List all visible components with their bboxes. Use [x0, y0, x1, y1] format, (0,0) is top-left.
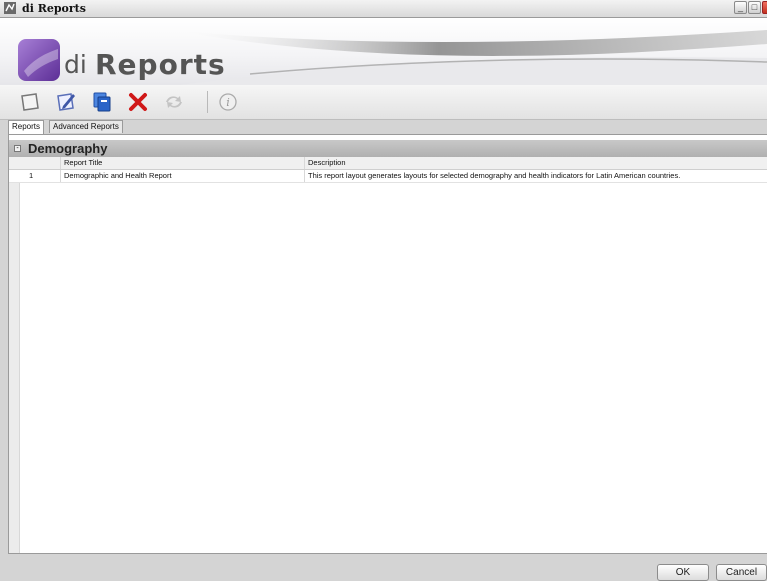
new-report-icon[interactable] — [18, 90, 42, 114]
toolbar-separator — [207, 91, 208, 113]
row-number: 1 — [9, 170, 61, 182]
tab-reports[interactable]: Reports — [8, 120, 45, 134]
row-description: This report layout generates layouts for… — [308, 171, 681, 180]
logo-prefix: di — [64, 50, 87, 79]
toolbar: i — [0, 85, 767, 120]
di-logo-icon — [18, 39, 60, 81]
group-title: Demography — [28, 141, 108, 156]
app-icon — [4, 2, 16, 14]
minimize-button[interactable]: _ — [734, 1, 747, 14]
maximize-button[interactable]: □ — [748, 1, 761, 14]
close-button[interactable] — [762, 1, 767, 14]
logo-word: Reports — [95, 48, 226, 81]
cancel-button[interactable]: Cancel — [716, 564, 767, 581]
table-row[interactable]: 1 Demographic and Health Report This rep… — [9, 170, 767, 183]
row-gutter — [9, 157, 20, 553]
refresh-icon[interactable] — [162, 90, 186, 114]
reports-panel: - Demography Report Title Description 1 … — [8, 134, 767, 554]
collapse-group-button[interactable]: - — [14, 145, 21, 152]
group-header[interactable]: - Demography — [9, 140, 767, 157]
grid-header-row: Report Title Description — [9, 157, 767, 170]
info-icon[interactable]: i — [216, 90, 240, 114]
column-header-number[interactable] — [9, 157, 61, 169]
edit-report-icon[interactable] — [54, 90, 78, 114]
copy-report-icon[interactable] — [90, 90, 114, 114]
title-bar: di Reports _ □ — [0, 0, 767, 18]
row-report-title: Demographic and Health Report — [61, 170, 305, 182]
column-header-description[interactable]: Description — [305, 157, 767, 169]
column-header-report-title[interactable]: Report Title — [61, 157, 305, 169]
ok-button[interactable]: OK — [657, 564, 709, 581]
delete-report-icon[interactable] — [126, 90, 150, 114]
app-banner: di Reports — [0, 18, 767, 85]
window-title: di Reports — [22, 2, 86, 15]
svg-text:i: i — [226, 96, 230, 109]
tab-advanced-reports[interactable]: Advanced Reports — [49, 120, 123, 133]
